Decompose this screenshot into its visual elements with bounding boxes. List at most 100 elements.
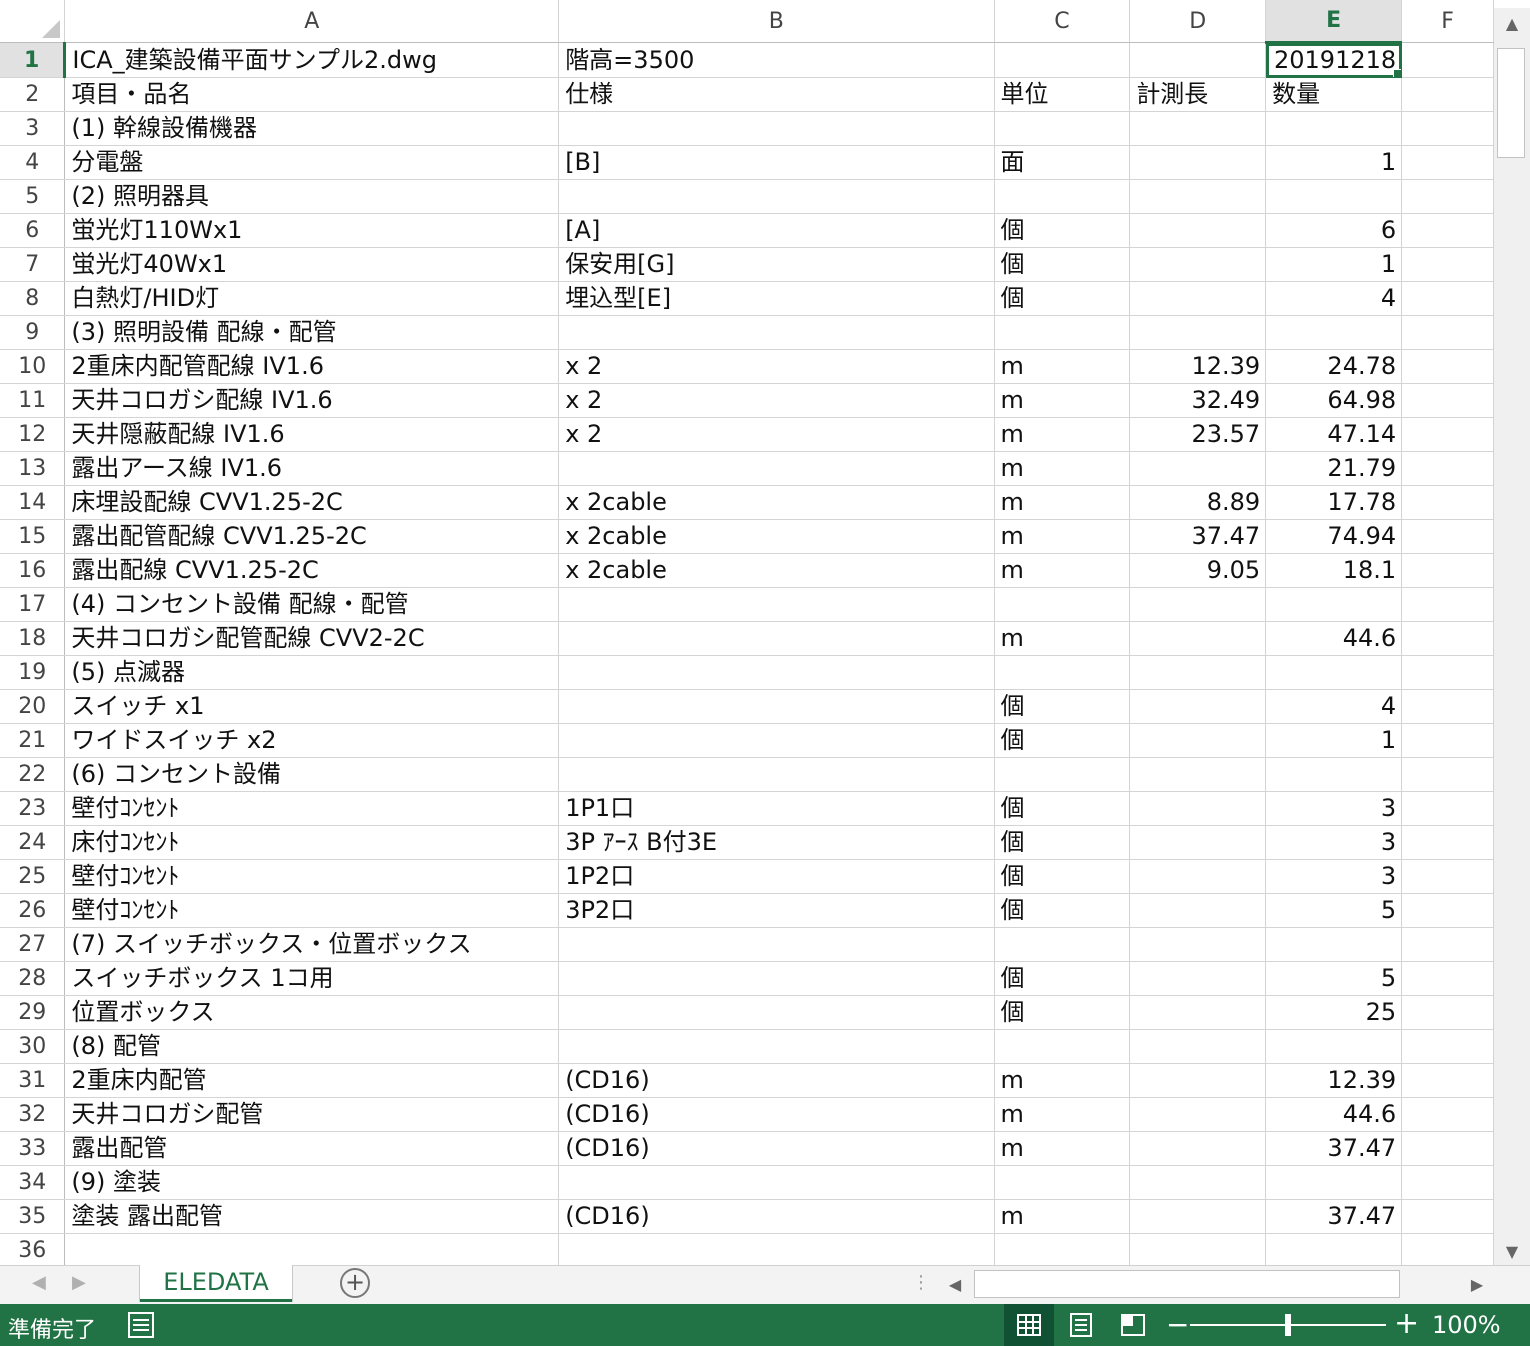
- cell-d10[interactable]: 12.39: [1129, 349, 1267, 384]
- cell-b31[interactable]: (CD16): [558, 1063, 995, 1098]
- row-header[interactable]: 22: [0, 757, 66, 792]
- row-header[interactable]: 9: [0, 315, 66, 350]
- cell-d28[interactable]: [1129, 961, 1267, 996]
- cell-e33[interactable]: 37.47: [1265, 1131, 1403, 1166]
- cell-d12[interactable]: 23.57: [1129, 417, 1267, 452]
- cell-e11[interactable]: 64.98: [1265, 383, 1403, 418]
- cell-b22[interactable]: [558, 757, 995, 792]
- cell-d29[interactable]: [1129, 995, 1267, 1030]
- cell-d8[interactable]: [1129, 281, 1267, 316]
- cell-d19[interactable]: [1129, 655, 1267, 690]
- cell-c10[interactable]: m: [994, 349, 1131, 384]
- cell-c6[interactable]: 個: [994, 213, 1131, 248]
- cell-c33[interactable]: m: [994, 1131, 1131, 1166]
- row-header[interactable]: 23: [0, 791, 66, 826]
- row-header[interactable]: 17: [0, 587, 66, 622]
- cell-d24[interactable]: [1129, 825, 1267, 860]
- row-header[interactable]: 10: [0, 349, 66, 384]
- row-header[interactable]: 4: [0, 145, 66, 180]
- cell-e10[interactable]: 24.78: [1265, 349, 1403, 384]
- cell-e2[interactable]: 数量: [1265, 77, 1403, 112]
- cell-a33[interactable]: 露出配管: [64, 1131, 560, 1166]
- cell-e9[interactable]: [1265, 315, 1403, 350]
- cell-d26[interactable]: [1129, 893, 1267, 928]
- cell-b11[interactable]: x 2: [558, 383, 995, 418]
- cell-f20[interactable]: [1401, 689, 1494, 724]
- cell-d21[interactable]: [1129, 723, 1267, 758]
- cell-a23[interactable]: 壁付ｺﾝｾﾝﾄ: [64, 791, 560, 826]
- cell-f19[interactable]: [1401, 655, 1494, 690]
- zoom-out-icon[interactable]: −: [1166, 1308, 1189, 1341]
- cell-d16[interactable]: 9.05: [1129, 553, 1267, 588]
- cell-c21[interactable]: 個: [994, 723, 1131, 758]
- cell-f12[interactable]: [1401, 417, 1494, 452]
- row-header[interactable]: 34: [0, 1165, 66, 1200]
- row-header[interactable]: 35: [0, 1199, 66, 1234]
- cell-e14[interactable]: 17.78: [1265, 485, 1403, 520]
- cell-f10[interactable]: [1401, 349, 1494, 384]
- cell-c12[interactable]: m: [994, 417, 1131, 452]
- cell-b19[interactable]: [558, 655, 995, 690]
- cell-e7[interactable]: 1: [1265, 247, 1403, 282]
- row-header[interactable]: 33: [0, 1131, 66, 1166]
- sheet-tab-eledata[interactable]: ELEDATA: [140, 1265, 292, 1302]
- cell-e31[interactable]: 12.39: [1265, 1063, 1403, 1098]
- cell-d23[interactable]: [1129, 791, 1267, 826]
- cell-a35[interactable]: 塗装 露出配管: [64, 1199, 560, 1234]
- row-header[interactable]: 7: [0, 247, 66, 282]
- cell-f3[interactable]: [1401, 111, 1494, 146]
- cell-a12[interactable]: 天井隠蔽配線 IV1.6: [64, 417, 560, 452]
- cell-f22[interactable]: [1401, 757, 1494, 792]
- row-header[interactable]: 18: [0, 621, 66, 656]
- cell-e24[interactable]: 3: [1265, 825, 1403, 860]
- cell-e12[interactable]: 47.14: [1265, 417, 1403, 452]
- cell-f26[interactable]: [1401, 893, 1494, 928]
- cell-d7[interactable]: [1129, 247, 1267, 282]
- column-header-a[interactable]: A: [64, 0, 560, 43]
- cell-a8[interactable]: 白熱灯/HID灯: [64, 281, 560, 316]
- cell-c9[interactable]: [994, 315, 1131, 350]
- cell-d18[interactable]: [1129, 621, 1267, 656]
- row-header[interactable]: 19: [0, 655, 66, 690]
- cell-b5[interactable]: [558, 179, 995, 214]
- row-header[interactable]: 2: [0, 77, 66, 112]
- cell-b9[interactable]: [558, 315, 995, 350]
- cell-c31[interactable]: m: [994, 1063, 1131, 1098]
- cell-b25[interactable]: 1P2口: [558, 859, 995, 894]
- cell-b6[interactable]: [A]: [558, 213, 995, 248]
- cell-e34[interactable]: [1265, 1165, 1403, 1200]
- cell-a19[interactable]: (5) 点滅器: [64, 655, 560, 690]
- cell-e13[interactable]: 21.79: [1265, 451, 1403, 486]
- cell-a1[interactable]: ICA_建築設備平面サンプル2.dwg: [64, 42, 560, 78]
- cell-c4[interactable]: 面: [994, 145, 1131, 180]
- column-header-f[interactable]: F: [1401, 0, 1494, 43]
- cell-f5[interactable]: [1401, 179, 1494, 214]
- cell-e17[interactable]: [1265, 587, 1403, 622]
- cell-b13[interactable]: [558, 451, 995, 486]
- cell-d30[interactable]: [1129, 1029, 1267, 1064]
- cell-e19[interactable]: [1265, 655, 1403, 690]
- cell-f18[interactable]: [1401, 621, 1494, 656]
- cell-a20[interactable]: スイッチ x1: [64, 689, 560, 724]
- cell-e25[interactable]: 3: [1265, 859, 1403, 894]
- next-sheet-arrow-icon[interactable]: ▶: [72, 1272, 86, 1293]
- page-break-preview-button[interactable]: [1108, 1304, 1158, 1346]
- column-header-b[interactable]: B: [558, 0, 995, 43]
- cell-c3[interactable]: [994, 111, 1131, 146]
- cell-d14[interactable]: 8.89: [1129, 485, 1267, 520]
- cell-e29[interactable]: 25: [1265, 995, 1403, 1030]
- row-header[interactable]: 8: [0, 281, 66, 316]
- cell-f25[interactable]: [1401, 859, 1494, 894]
- cell-d13[interactable]: [1129, 451, 1267, 486]
- row-header[interactable]: 24: [0, 825, 66, 860]
- scroll-up-arrow-icon[interactable]: ▲: [1494, 8, 1530, 38]
- row-header[interactable]: 16: [0, 553, 66, 588]
- cell-f1[interactable]: [1401, 42, 1494, 78]
- cell-a25[interactable]: 壁付ｺﾝｾﾝﾄ: [64, 859, 560, 894]
- cell-a10[interactable]: 2重床内配管配線 IV1.6: [64, 349, 560, 384]
- cell-e27[interactable]: [1265, 927, 1403, 962]
- cell-d31[interactable]: [1129, 1063, 1267, 1098]
- cell-b24[interactable]: 3P ｱｰｽ B付3E: [558, 825, 995, 860]
- row-header[interactable]: 15: [0, 519, 66, 554]
- cell-e4[interactable]: 1: [1265, 145, 1403, 180]
